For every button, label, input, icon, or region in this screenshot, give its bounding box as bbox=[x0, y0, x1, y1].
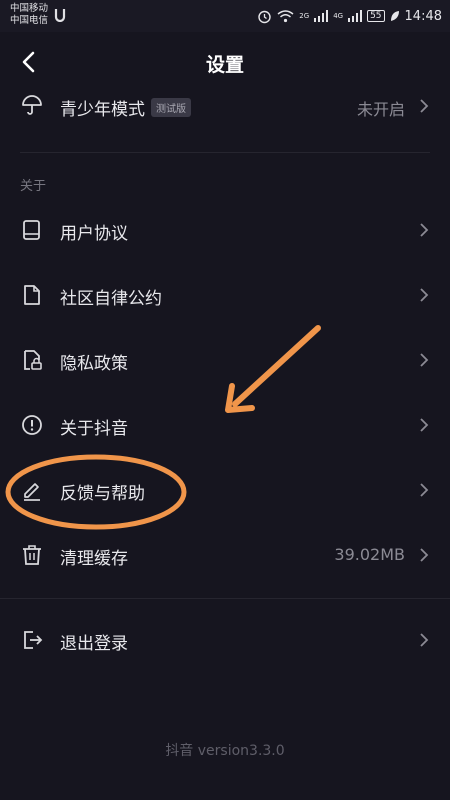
status-right: 2G 4G 55 14:48 bbox=[257, 7, 442, 25]
row-label: 关于抖音 bbox=[60, 419, 128, 439]
settings-row-feedback-help[interactable]: 反馈与帮助 bbox=[0, 458, 450, 522]
status-bar: 中国移动 中国电信 2G 4G 55 14:48 bbox=[0, 0, 450, 32]
umbrella-icon bbox=[22, 95, 42, 115]
chevron-right-icon bbox=[420, 418, 429, 432]
section-header-about: 关于 bbox=[20, 179, 47, 194]
cache-size: 39.02MB bbox=[334, 545, 405, 564]
settings-row-teen-mode[interactable]: 青少年模式 测试版 未开启 bbox=[0, 74, 450, 138]
battery-icon: 55 bbox=[367, 10, 385, 22]
version-footer: 抖音 version3.3.0 bbox=[165, 743, 285, 759]
carrier-info: 中国移动 中国电信 bbox=[10, 3, 48, 27]
notification-icon bbox=[54, 9, 66, 22]
signal-2g-label: 2G bbox=[299, 12, 310, 20]
alarm-icon bbox=[258, 10, 271, 23]
book-icon bbox=[23, 220, 40, 240]
signal-4g-label: 4G bbox=[333, 12, 344, 20]
carrier-2: 中国电信 bbox=[10, 15, 49, 26]
chevron-right-icon bbox=[420, 483, 429, 497]
chevron-right-icon bbox=[420, 353, 429, 367]
chevron-right-icon bbox=[420, 223, 429, 237]
row-label: 退出登录 bbox=[60, 634, 128, 654]
info-icon bbox=[22, 415, 42, 435]
trash-icon bbox=[23, 545, 41, 565]
row-label: 反馈与帮助 bbox=[60, 484, 145, 504]
leaf-icon bbox=[390, 11, 399, 21]
signal-icon-1 bbox=[314, 10, 329, 22]
settings-row-about-douyin[interactable]: 关于抖音 bbox=[0, 393, 450, 457]
row-label: 用户协议 bbox=[60, 224, 128, 244]
clock-time: 14:48 bbox=[404, 8, 442, 24]
settings-row-user-agreement[interactable]: 用户协议 bbox=[0, 198, 450, 262]
carrier-1: 中国移动 bbox=[10, 3, 49, 14]
teen-mode-status: 未开启 bbox=[356, 100, 405, 119]
teen-mode-text: 青少年模式 bbox=[60, 100, 145, 120]
chevron-right-icon bbox=[420, 633, 429, 647]
wifi-icon bbox=[277, 10, 294, 23]
settings-row-logout[interactable]: 退出登录 bbox=[0, 608, 450, 672]
section-divider bbox=[20, 152, 430, 153]
chevron-right-icon bbox=[420, 99, 429, 113]
section-divider bbox=[0, 598, 450, 599]
settings-row-clear-cache[interactable]: 清理缓存 39.02MB bbox=[0, 523, 450, 587]
page-title: 设置 bbox=[205, 54, 244, 76]
settings-row-privacy-policy[interactable]: 隐私政策 bbox=[0, 328, 450, 392]
teen-mode-label: 青少年模式 测试版 bbox=[60, 95, 191, 120]
row-label: 社区自律公约 bbox=[60, 289, 162, 309]
row-label: 隐私政策 bbox=[60, 354, 128, 374]
edit-icon bbox=[24, 483, 40, 501]
document-icon bbox=[24, 285, 40, 305]
logout-icon bbox=[24, 631, 43, 649]
beta-badge: 测试版 bbox=[151, 98, 191, 117]
lock-document-icon bbox=[24, 350, 42, 370]
chevron-right-icon bbox=[420, 288, 429, 302]
row-label: 清理缓存 bbox=[60, 549, 128, 569]
signal-icon-2 bbox=[348, 10, 363, 22]
chevron-right-icon bbox=[420, 548, 429, 562]
settings-row-community-guidelines[interactable]: 社区自律公约 bbox=[0, 263, 450, 327]
